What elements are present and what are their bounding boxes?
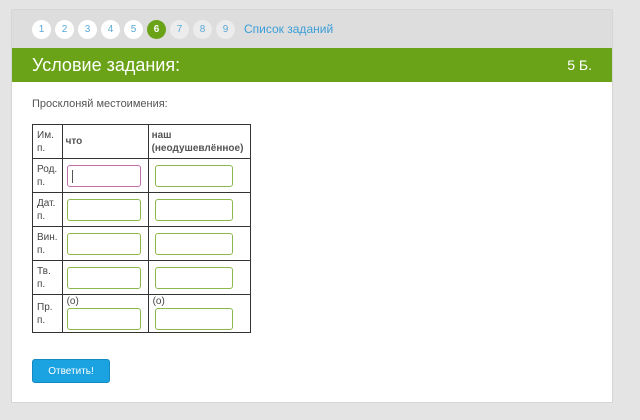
table-row: Род. п. <box>32 158 251 193</box>
prepositional-chto-input[interactable] <box>66 308 141 330</box>
dative-chto-input[interactable] <box>66 198 141 221</box>
page-8-button[interactable]: 8 <box>193 19 212 39</box>
column-header-chto: что <box>61 124 149 159</box>
case-label-instrumental: Тв. п. <box>32 260 63 295</box>
instrumental-chto-input[interactable] <box>66 266 141 289</box>
text-caret <box>71 169 73 183</box>
page-2-button[interactable]: 2 <box>55 19 74 39</box>
table-row: Пр. п. (о) (о) <box>32 294 251 333</box>
table-row: Дат. п. <box>32 192 251 227</box>
table-header-row: Им. п. что наш (неодушевлённое) <box>32 124 251 159</box>
declension-table: Им. п. что наш (неодушевлённое) Род. п. … <box>32 124 251 333</box>
page-4-button[interactable]: 4 <box>101 19 120 39</box>
task-points: 5 Б. <box>567 57 592 73</box>
task-instruction: Просклоняй местоимения: <box>32 98 168 110</box>
case-label-dative: Дат. п. <box>32 192 63 227</box>
task-header: Условие задания: 5 Б. <box>12 48 612 82</box>
dative-nash-input[interactable] <box>154 198 233 221</box>
genitive-chto-input[interactable] <box>66 164 141 187</box>
table-row: Тв. п. <box>32 260 251 295</box>
accusative-nash-input[interactable] <box>154 232 233 255</box>
task-card: 1 2 3 4 5 6 7 8 9 Список заданий Условие… <box>11 9 613 403</box>
page-6-button-current[interactable]: 6 <box>147 19 166 39</box>
submit-answer-button[interactable]: Ответить! <box>32 359 110 383</box>
case-label-genitive: Род. п. <box>32 158 63 193</box>
case-label-accusative: Вин. п. <box>32 226 63 261</box>
instrumental-nash-input[interactable] <box>154 266 233 289</box>
prepositional-nash-input[interactable] <box>154 308 233 330</box>
page-5-button[interactable]: 5 <box>124 19 143 39</box>
page-3-button[interactable]: 3 <box>78 19 97 39</box>
case-label-nominative: Им. п. <box>32 124 63 159</box>
genitive-nash-input[interactable] <box>154 164 233 187</box>
page-1-button[interactable]: 1 <box>32 19 51 39</box>
accusative-chto-input[interactable] <box>66 232 141 255</box>
task-list-link[interactable]: Список заданий <box>244 22 333 36</box>
page-9-button[interactable]: 9 <box>216 19 235 39</box>
task-title: Условие задания: <box>32 54 181 75</box>
table-row: Вин. п. <box>32 226 251 261</box>
task-content: Просклоняй местоимения: Им. п. что наш (… <box>12 82 612 333</box>
page-7-button[interactable]: 7 <box>170 19 189 39</box>
case-label-prepositional: Пр. п. <box>32 294 63 333</box>
preposition-label: (о) <box>152 296 165 307</box>
column-header-nash: наш (неодушевлённое) <box>147 124 251 159</box>
task-pager: 1 2 3 4 5 6 7 8 9 Список заданий <box>12 10 612 48</box>
preposition-label: (о) <box>66 296 79 307</box>
